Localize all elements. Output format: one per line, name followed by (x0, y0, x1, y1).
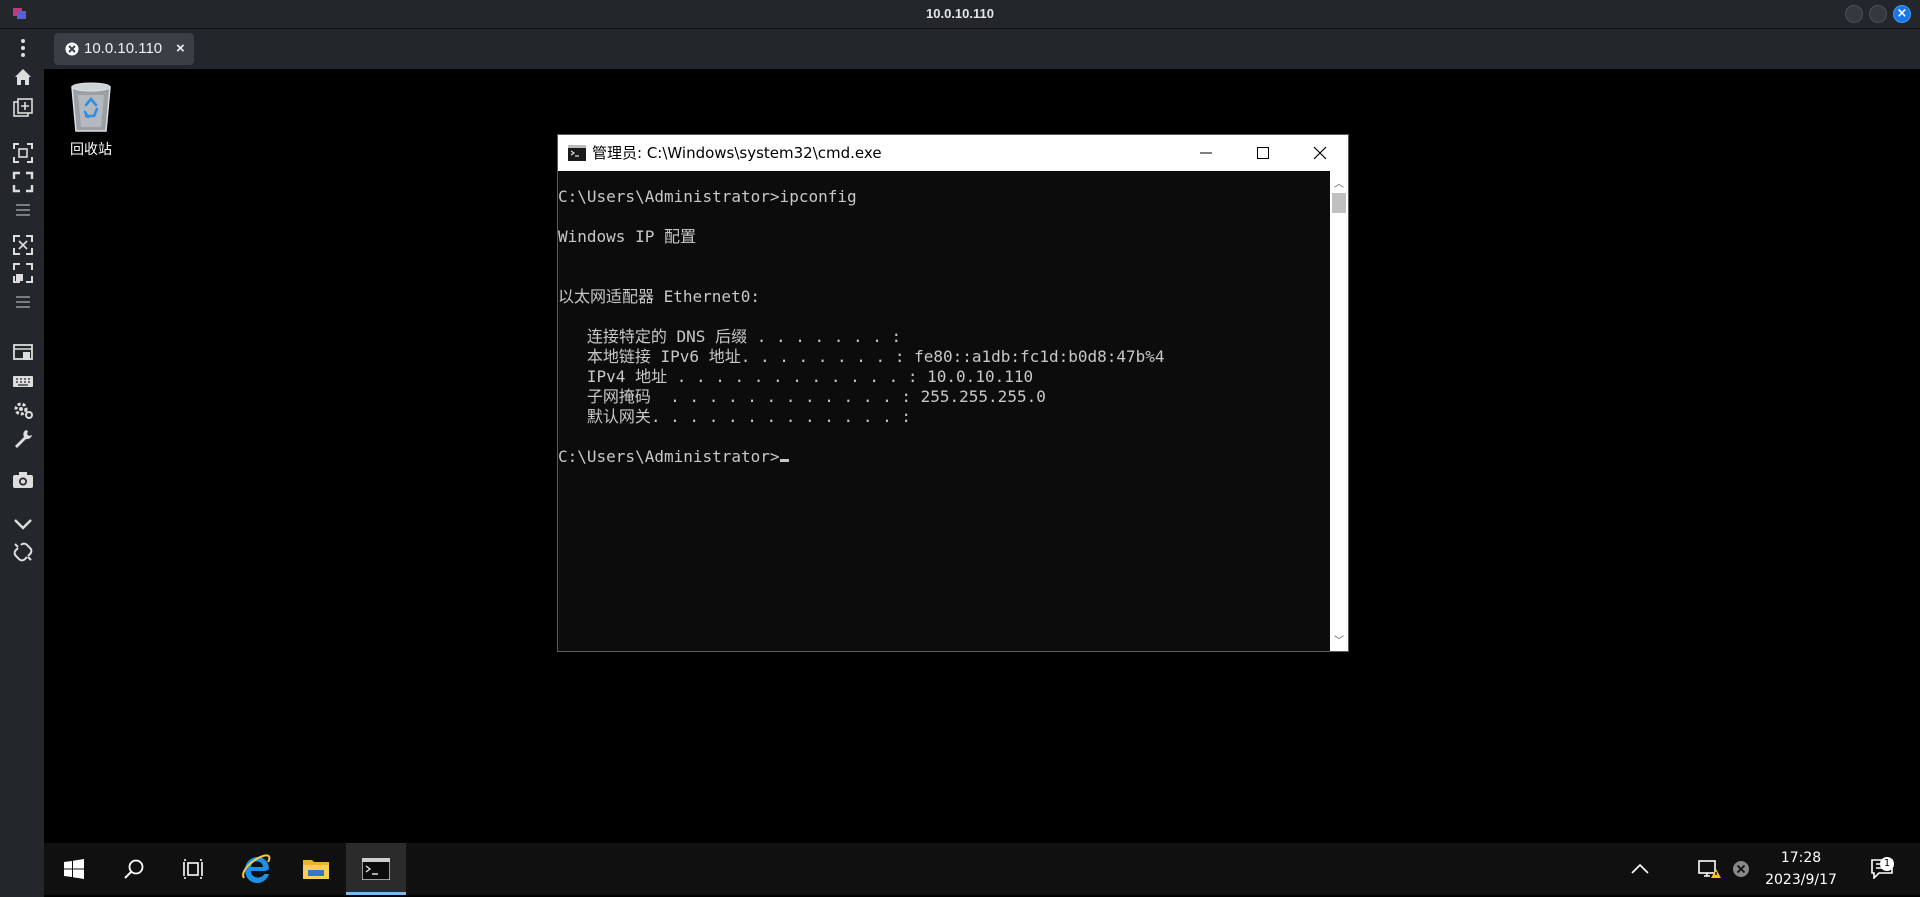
home-icon[interactable] (12, 66, 34, 88)
console-line: Windows IP 配置 (558, 227, 696, 246)
action-center-button[interactable]: 1 (1862, 843, 1902, 895)
keyboard-icon[interactable] (12, 370, 34, 392)
console-line: 以太网适配器 Ethernet0: (558, 287, 760, 306)
console-prompt: C:\Users\Administrator> (558, 447, 780, 466)
cmd-output: C:\Users\Administrator>ipconfig Windows … (558, 171, 1328, 467)
tab-connection[interactable]: 10.0.10.110 × (54, 33, 194, 65)
window-minimize-button[interactable] (1845, 5, 1863, 23)
cmd-window-title: 管理员: C:\Windows\system32\cmd.exe (592, 144, 882, 162)
console-line: IPv4 地址 . . . . . . . . . . . . : 10.0.1… (558, 367, 1034, 386)
console-line: 本地链接 IPv6 地址. . . . . . . . : fe80::a1db… (558, 347, 1165, 366)
window-close-button[interactable]: × (1893, 5, 1911, 23)
console-line: C:\Users\Administrator>ipconfig (558, 187, 857, 206)
notification-badge: 1 (1880, 857, 1894, 871)
menu-icon[interactable] (12, 199, 34, 221)
start-button[interactable] (44, 843, 104, 895)
tab-close-button[interactable]: × (176, 33, 185, 65)
show-hidden-icons-button[interactable] (1620, 843, 1660, 895)
recycle-bin-label: 回收站 (70, 142, 112, 158)
tab-bar: 10.0.10.110 × (44, 29, 1920, 69)
cmd-scrollbar[interactable]: ︿ ﹀ (1330, 171, 1348, 651)
close-circle-icon (1733, 861, 1749, 877)
text-cursor (779, 459, 789, 462)
scroll-up-icon[interactable]: ︿ (1334, 175, 1344, 190)
network-status-button[interactable] (1694, 843, 1726, 895)
cmd-maximize-button[interactable] (1235, 135, 1291, 171)
window-maximize-button[interactable] (1869, 5, 1887, 23)
active-indicator (346, 892, 406, 895)
screenshot-icon[interactable] (12, 469, 34, 491)
window-title: 10.0.10.110 (926, 6, 994, 21)
recycle-bin-icon (71, 82, 111, 132)
file-explorer-button[interactable] (286, 843, 346, 895)
cmd-close-button[interactable] (1292, 135, 1348, 171)
cmd-titlebar[interactable]: 管理员: C:\Windows\system32\cmd.exe (558, 135, 1348, 171)
minimize-icon (1200, 152, 1212, 154)
recycle-bin[interactable]: 回收站 (62, 79, 120, 169)
clock-time: 17:28 (1780, 850, 1822, 866)
remote-desktop[interactable]: 回收站 管理员: C:\Windows\system32\cmd.exe C:\… (44, 69, 1920, 843)
cmd-console[interactable]: C:\Users\Administrator>ipconfig Windows … (558, 171, 1328, 651)
cmd-taskbar-button[interactable] (346, 843, 406, 895)
volume-muted-button[interactable] (1726, 843, 1756, 895)
scale-icon[interactable] (12, 234, 34, 256)
cmd-minimize-button[interactable] (1178, 135, 1234, 171)
window-titlebar: 10.0.10.110 × (0, 0, 1920, 29)
folder-icon (303, 860, 329, 879)
task-view-button[interactable] (164, 843, 224, 895)
fullscreen-icon[interactable] (12, 171, 34, 193)
settings-icon[interactable] (12, 399, 34, 421)
task-view-icon (183, 859, 203, 879)
console-line: 子网掩码 . . . . . . . . . . . . : 255.255.2… (558, 387, 1046, 406)
scroll-thumb[interactable] (1332, 193, 1346, 213)
menu-icon[interactable] (12, 291, 34, 313)
sidebar-toolbar (0, 29, 44, 897)
search-button[interactable] (104, 843, 164, 895)
close-icon (1313, 146, 1327, 160)
new-session-icon[interactable] (12, 97, 34, 119)
more-vertical-icon[interactable] (12, 37, 34, 59)
system-clock[interactable]: 17:28 2023/9/17 (1756, 847, 1846, 891)
tools-icon[interactable] (12, 428, 34, 450)
taskbar: 17:28 2023/9/17 1 (44, 843, 1920, 895)
clock-date: 2023/9/17 (1765, 872, 1837, 888)
console-line: 连接特定的 DNS 后缀 . . . . . . . : (558, 327, 902, 346)
search-icon (124, 859, 144, 879)
windows-logo-icon (64, 859, 84, 879)
console-line: 默认网关. . . . . . . . . . . . . : (558, 407, 911, 426)
connection-status-icon (65, 42, 79, 56)
collapse-icon[interactable] (12, 513, 34, 535)
scroll-down-icon[interactable]: ﹀ (1334, 632, 1344, 647)
tab-label: 10.0.10.110 (84, 40, 163, 57)
cmd-window[interactable]: 管理员: C:\Windows\system32\cmd.exe C:\User… (557, 134, 1349, 652)
internet-explorer-button[interactable] (226, 843, 286, 895)
chevron-up-icon (1631, 864, 1649, 874)
disconnect-icon[interactable] (12, 541, 34, 563)
resize-icon[interactable] (12, 262, 34, 284)
internet-explorer-icon (242, 854, 271, 883)
network-warning-icon (1698, 860, 1721, 878)
maximize-icon (1257, 147, 1269, 159)
fit-screen-icon[interactable] (12, 142, 34, 164)
cmd-app-icon (568, 145, 586, 161)
cmd-app-icon (362, 858, 390, 880)
display-icon[interactable] (12, 342, 34, 364)
